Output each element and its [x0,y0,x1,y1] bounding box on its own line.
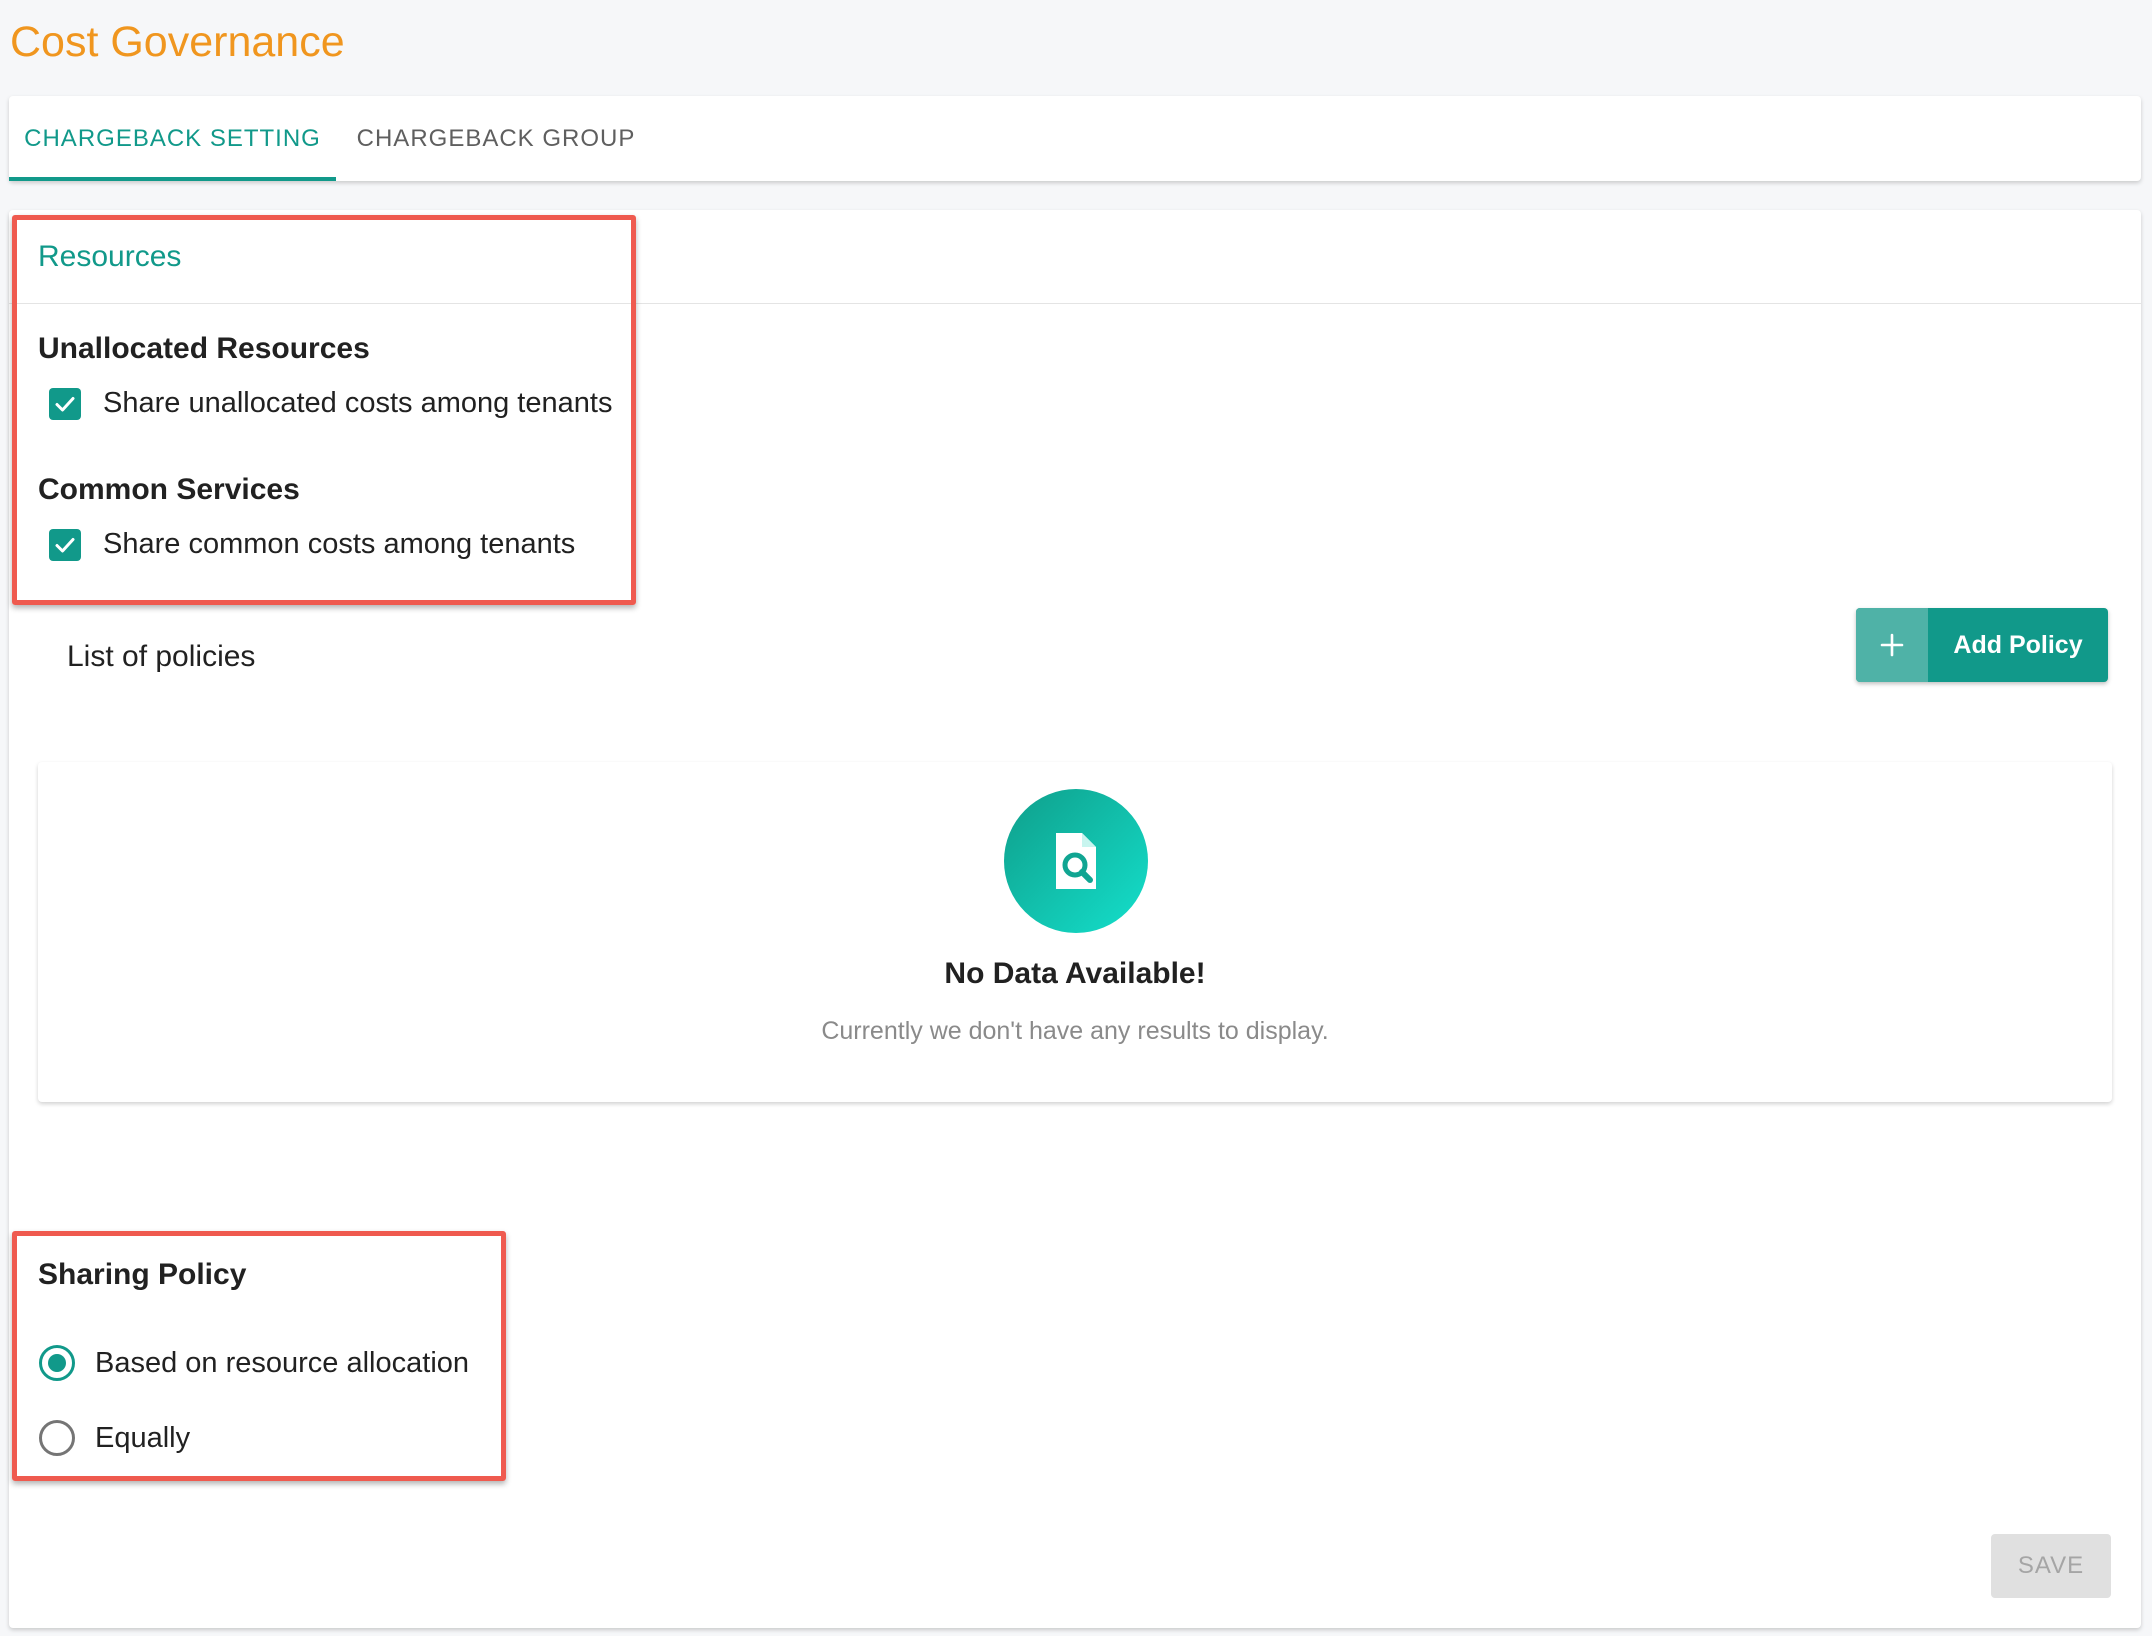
active-tab-indicator [9,177,336,181]
save-button[interactable]: SAVE [1991,1534,2111,1598]
tab-label: CHARGEBACK SETTING [24,124,321,152]
add-policy-label: Add Policy [1953,630,2083,659]
plus-icon [1856,608,1928,682]
tab-bar: CHARGEBACK SETTING CHARGEBACK GROUP [9,96,2141,181]
tab-label: CHARGEBACK GROUP [356,124,636,152]
policies-empty-state: No Data Available! Currently we don't ha… [38,762,2112,1102]
page-title: Cost Governance [10,18,345,66]
empty-state-title: No Data Available! [944,957,1206,990]
highlight-box-sharing-policy [12,1231,506,1481]
tab-chargeback-setting[interactable]: CHARGEBACK SETTING [9,96,336,181]
document-search-icon [1004,789,1148,933]
policies-list-title: List of policies [67,640,256,673]
tab-chargeback-group[interactable]: CHARGEBACK GROUP [336,96,656,181]
empty-state-subtitle: Currently we don't have any results to d… [821,1017,1329,1045]
highlight-box-resources [12,215,636,605]
add-policy-button[interactable]: Add Policy [1856,608,2108,682]
